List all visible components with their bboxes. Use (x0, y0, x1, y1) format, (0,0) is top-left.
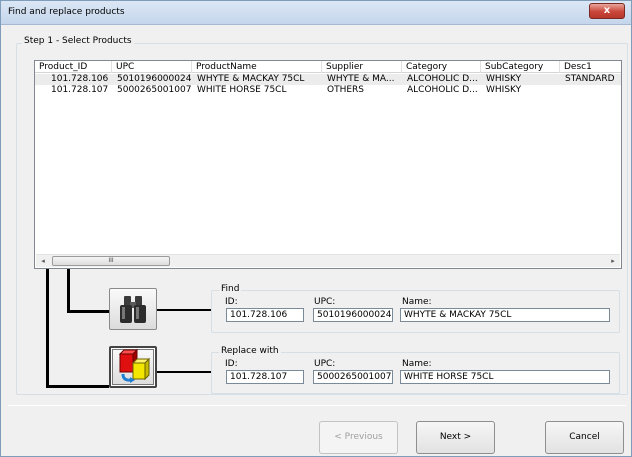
replace-button[interactable] (109, 346, 157, 388)
column-header-upc[interactable]: UPC (112, 61, 192, 73)
connector-inner-horizontal (67, 310, 109, 313)
connector-replace (157, 371, 211, 373)
find-name-field[interactable]: WHYTE & MACKAY 75CL (400, 308, 610, 322)
find-name-label: Name: (402, 297, 432, 307)
cell-supplier: OTHERS (327, 85, 365, 95)
connector-outer-horizontal (46, 385, 109, 388)
column-header-category[interactable]: Category (402, 61, 481, 73)
cell-product-name: WHITE HORSE 75CL (197, 85, 287, 95)
cell-supplier: WHYTE & MA... (327, 74, 395, 84)
footer-divider (8, 405, 626, 406)
replace-id-field[interactable]: 101.728.107 (226, 370, 304, 384)
find-legend: Find (219, 284, 242, 294)
cell-upc: 5010196000024 (117, 74, 192, 84)
replace-name-label: Name: (402, 359, 432, 369)
cell-desc1 (565, 85, 621, 96)
column-header-product-id[interactable]: Product_ID (35, 61, 112, 73)
cancel-button[interactable]: Cancel (545, 421, 624, 454)
connector-find (157, 309, 211, 311)
replace-name-field[interactable]: WHITE HORSE 75CL (400, 370, 610, 384)
scroll-left-arrow-icon[interactable]: ◂ (36, 255, 50, 268)
horizontal-scrollbar[interactable]: ◂ III ▸ (36, 254, 620, 267)
connector-outer-vertical (46, 269, 49, 387)
column-header-subcategory[interactable]: SubCategory (481, 61, 560, 73)
replace-icon (118, 348, 151, 383)
cell-category: ALCOHOLIC D... (407, 74, 478, 84)
table-row[interactable]: 101.728.106 5010196000024 WHYTE & MACKAY… (35, 74, 621, 85)
find-upc-label: UPC: (314, 297, 336, 307)
find-upc-field[interactable]: 5010196000024 (313, 308, 393, 322)
products-list[interactable]: Product_ID UPC ProductName Supplier Cate… (34, 60, 622, 269)
find-replace-dialog: Find and replace products x Step 1 - Sel… (0, 0, 632, 457)
replace-legend: Replace with (219, 346, 281, 356)
cell-desc1: STANDARD (565, 74, 615, 84)
cell-subcategory: WHISKY (486, 85, 522, 95)
cell-product-id: 101.728.106 (51, 74, 109, 84)
close-button[interactable]: x (589, 3, 625, 19)
next-button[interactable]: Next > (416, 421, 495, 454)
find-id-label: ID: (225, 297, 238, 307)
column-header-supplier[interactable]: Supplier (322, 61, 402, 73)
title-bar: Find and replace products x (1, 1, 631, 25)
replace-upc-label: UPC: (314, 359, 336, 369)
column-header-desc1[interactable]: Desc1 (560, 61, 621, 73)
replace-id-label: ID: (225, 359, 238, 369)
table-row[interactable]: 101.728.107 5000265001007 WHITE HORSE 75… (35, 85, 621, 96)
scroll-right-arrow-icon[interactable]: ▸ (606, 255, 620, 268)
cell-product-id: 101.728.107 (51, 85, 109, 95)
cell-upc: 5000265001007 (117, 85, 192, 95)
cell-category: ALCOHOLIC D... (407, 85, 478, 95)
cell-subcategory: WHISKY (486, 74, 522, 84)
previous-button[interactable]: < Previous (319, 421, 398, 454)
binoculars-icon (120, 296, 146, 323)
cell-product-name: WHYTE & MACKAY 75CL (197, 74, 305, 84)
connector-inner-vertical (67, 269, 70, 312)
column-header-product-name[interactable]: ProductName (192, 61, 322, 73)
list-header: Product_ID UPC ProductName Supplier Cate… (35, 61, 621, 73)
window-title: Find and replace products (8, 7, 125, 17)
find-id-field[interactable]: 101.728.106 (226, 308, 304, 322)
replace-upc-field[interactable]: 5000265001007 (313, 370, 393, 384)
step1-legend: Step 1 - Select Products (22, 36, 134, 46)
find-button[interactable] (109, 288, 157, 330)
scroll-thumb[interactable]: III (52, 256, 170, 266)
